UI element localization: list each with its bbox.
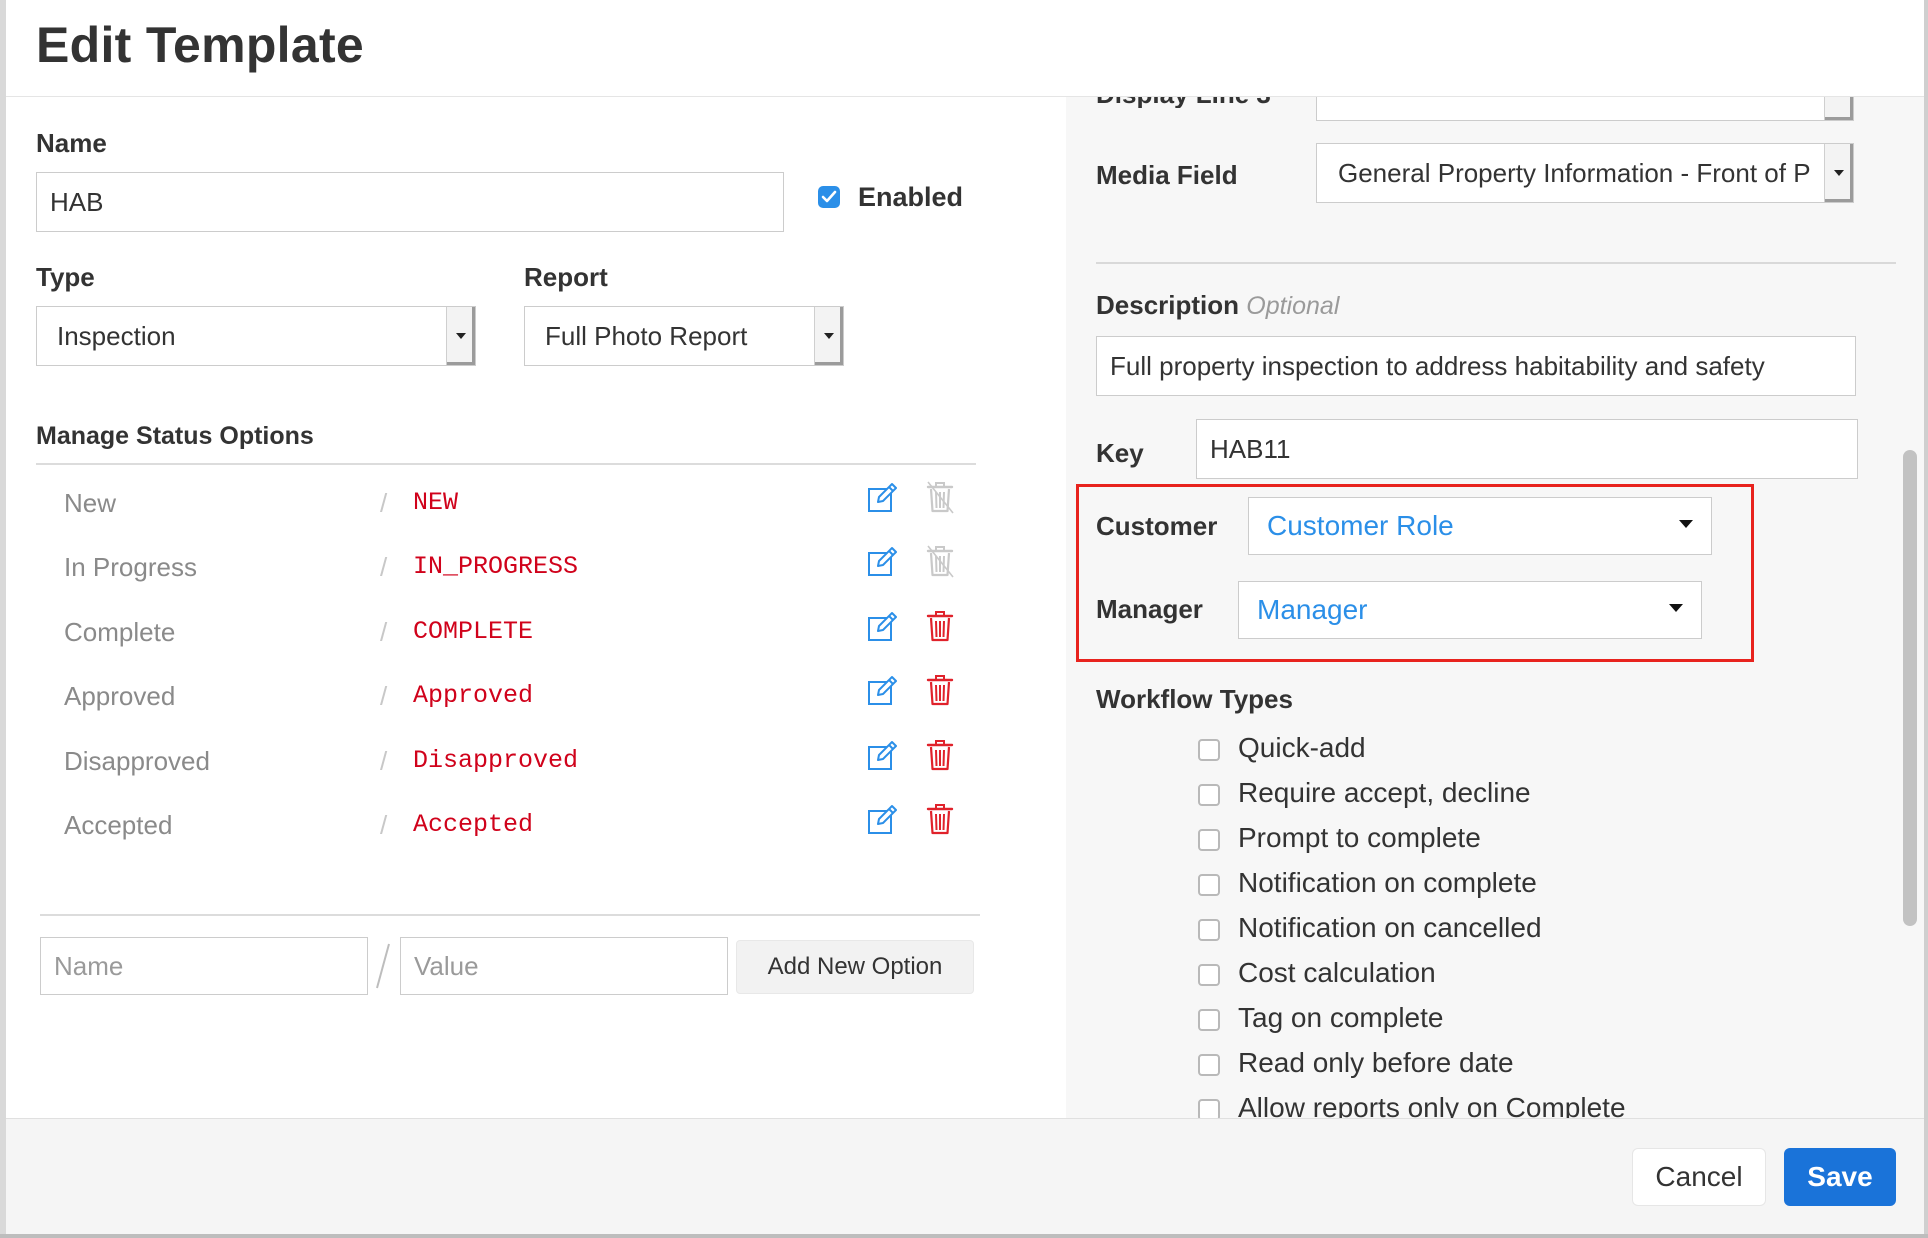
- manager-label: Manager: [1096, 594, 1203, 624]
- status-value: NEW: [413, 488, 459, 517]
- status-name: Complete: [64, 617, 176, 647]
- workflow-checkbox[interactable]: [1198, 1009, 1220, 1031]
- edit-icon[interactable]: [866, 675, 898, 707]
- key-label: Key: [1096, 438, 1144, 468]
- status-value: COMPLETE: [413, 617, 534, 646]
- workflow-option-label: Notification on cancelled: [1238, 912, 1542, 943]
- report-select-value: Full Photo Report: [545, 320, 748, 351]
- edit-icon[interactable]: [866, 804, 898, 836]
- description-label-row: Description Optional: [1096, 290, 1339, 321]
- status-value: Approved: [413, 681, 534, 710]
- save-button[interactable]: Save: [1784, 1148, 1896, 1206]
- status-separator: /: [380, 746, 388, 776]
- media-field-dropdown-arrow[interactable]: [1824, 144, 1853, 202]
- add-option-divider: [40, 914, 980, 916]
- name-input[interactable]: HAB: [36, 172, 784, 232]
- workflow-checkbox[interactable]: [1198, 739, 1220, 761]
- workflow-option-label: Quick-add: [1238, 732, 1366, 763]
- trash-icon[interactable]: [926, 609, 954, 643]
- edit-icon[interactable]: [866, 482, 898, 514]
- workflow-option-label: Require accept, decline: [1238, 777, 1531, 808]
- report-label: Report: [524, 262, 608, 292]
- workflow-option-label: Cost calculation: [1238, 957, 1436, 988]
- status-section-label: Manage Status Options: [36, 422, 314, 450]
- add-new-option-button[interactable]: Add New Option: [736, 940, 974, 994]
- cancel-button[interactable]: Cancel: [1632, 1148, 1766, 1206]
- status-section-divider: [36, 463, 976, 465]
- description-input[interactable]: Full property inspection to address habi…: [1096, 336, 1856, 396]
- workflow-checkbox[interactable]: [1198, 829, 1220, 851]
- window-edge-left: [0, 0, 6, 1238]
- enabled-label: Enabled: [858, 182, 964, 212]
- display-line-select[interactable]: [1316, 97, 1854, 121]
- status-separator: /: [380, 617, 388, 647]
- status-separator: /: [380, 681, 388, 711]
- media-field-select[interactable]: General Property Information - Front of …: [1316, 143, 1854, 203]
- status-value: IN_PROGRESS: [413, 552, 579, 581]
- workflow-option-label: Prompt to complete: [1238, 822, 1481, 853]
- workflow-checkbox[interactable]: [1198, 1054, 1220, 1076]
- caret-down-icon: [1834, 170, 1844, 176]
- status-name: Accepted: [64, 810, 173, 840]
- workflow-option-label: Notification on complete: [1238, 867, 1537, 898]
- type-select-value: Inspection: [57, 320, 176, 351]
- trash-disabled-icon: [926, 544, 954, 578]
- status-name: Approved: [64, 681, 176, 711]
- status-value: Accepted: [413, 810, 534, 839]
- report-dropdown-arrow[interactable]: [814, 307, 843, 365]
- manager-select[interactable]: Manager: [1238, 581, 1702, 639]
- workflow-checkbox[interactable]: [1198, 784, 1220, 806]
- customer-role-value: Customer Role: [1267, 510, 1454, 541]
- edit-icon[interactable]: [866, 546, 898, 578]
- workflow-checkbox[interactable]: [1198, 874, 1220, 896]
- type-label: Type: [36, 262, 95, 292]
- caret-down-icon: [824, 333, 834, 339]
- caret-down-icon: [456, 333, 466, 339]
- workflow-option-label: Tag on complete: [1238, 1002, 1444, 1033]
- status-name: In Progress: [64, 552, 197, 582]
- caret-down-icon: [1669, 604, 1683, 612]
- manager-value: Manager: [1257, 594, 1368, 625]
- right-divider: [1096, 262, 1896, 264]
- new-option-value-input[interactable]: Value: [400, 937, 728, 995]
- dialog-title: Edit Template: [36, 17, 365, 73]
- status-value: Disapproved: [413, 746, 579, 775]
- edit-icon[interactable]: [866, 740, 898, 772]
- key-input[interactable]: HAB11: [1196, 419, 1858, 479]
- window-edge-right: [1924, 0, 1928, 1238]
- status-separator: /: [380, 810, 388, 840]
- window-edge-bottom: [0, 1234, 1928, 1238]
- description-optional-hint: Optional: [1246, 292, 1340, 320]
- trash-disabled-icon: [926, 480, 954, 514]
- report-select[interactable]: Full Photo Report: [524, 306, 844, 366]
- scrollbar-thumb[interactable]: [1903, 450, 1917, 926]
- enabled-checkbox[interactable]: [818, 186, 840, 208]
- trash-icon[interactable]: [926, 673, 954, 707]
- workflow-types-label: Workflow Types: [1096, 684, 1293, 714]
- checkmark-icon: [821, 190, 837, 203]
- type-dropdown-arrow[interactable]: [446, 307, 475, 365]
- display-line-label: Display Line 3: [1096, 97, 1271, 108]
- description-label: Description: [1096, 290, 1240, 320]
- media-field-value: General Property Information - Front of …: [1338, 157, 1811, 188]
- display-line-dropdown-arrow[interactable]: [1824, 97, 1853, 120]
- customer-label: Customer: [1096, 511, 1218, 541]
- status-separator: /: [380, 552, 388, 582]
- name-label: Name: [36, 128, 107, 158]
- customer-role-select[interactable]: Customer Role: [1248, 497, 1712, 555]
- edit-icon[interactable]: [866, 611, 898, 643]
- media-field-label: Media Field: [1096, 160, 1238, 190]
- workflow-checkbox[interactable]: [1198, 964, 1220, 986]
- new-option-separator: [373, 938, 393, 994]
- type-select[interactable]: Inspection: [36, 306, 476, 366]
- workflow-checkbox[interactable]: [1198, 919, 1220, 941]
- status-name: New: [64, 488, 117, 518]
- new-option-name-input[interactable]: Name: [40, 937, 368, 995]
- status-separator: /: [380, 488, 388, 518]
- workflow-option-label: Read only before date: [1238, 1047, 1514, 1078]
- trash-icon[interactable]: [926, 802, 954, 836]
- trash-icon[interactable]: [926, 738, 954, 772]
- caret-down-icon: [1679, 520, 1693, 528]
- status-name: Disapproved: [64, 746, 210, 776]
